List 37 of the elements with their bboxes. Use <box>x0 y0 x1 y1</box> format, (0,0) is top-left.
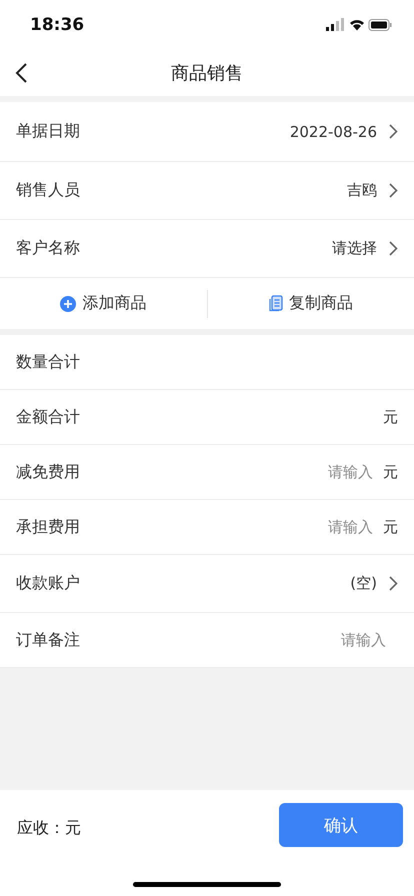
receivable-text: 应收：元 <box>17 818 81 839</box>
input-field[interactable]: 请输入 <box>263 463 373 481</box>
document-icon <box>268 295 283 312</box>
field-label: 承担费用 <box>16 516 81 538</box>
add-item-button[interactable]: 添加商品 <box>0 278 206 329</box>
field-value: (空) <box>350 574 377 593</box>
field-value: 2022-08-26 <box>290 122 377 140</box>
input-field[interactable]: 请输入 <box>276 631 386 649</box>
copy-item-button[interactable]: 复制商品 <box>208 278 414 329</box>
field-label: 收款账户 <box>16 573 81 594</box>
form-row[interactable]: 减免费用 请输入 元 <box>0 445 414 500</box>
field-value: 请选择 <box>332 239 377 258</box>
form-row[interactable]: 收款账户 (空) <box>0 555 414 613</box>
signal-icon <box>326 18 344 31</box>
status-time: 18:36 <box>30 15 84 35</box>
unit-label: 元 <box>383 408 398 426</box>
field-label: 单据日期 <box>16 121 81 142</box>
field-label: 减免费用 <box>16 462 81 482</box>
field-label: 金额合计 <box>16 406 81 428</box>
form-row[interactable]: 客户名称 请选择 <box>0 220 414 278</box>
plus-circle-icon <box>60 296 76 312</box>
input-field[interactable]: 请输入 <box>263 518 373 536</box>
unit-label: 元 <box>383 462 398 482</box>
unit-label: 元 <box>383 518 398 536</box>
field-label: 销售人员 <box>16 180 81 201</box>
field-label: 数量合计 <box>16 352 81 372</box>
form-row[interactable]: 销售人员 吉鸥 <box>0 162 414 220</box>
field-label: 订单备注 <box>16 630 81 650</box>
wifi-icon <box>350 20 364 30</box>
form-row[interactable]: 承担费用 请输入 元 <box>0 500 414 555</box>
form-row[interactable]: 订单备注 请输入 <box>0 613 414 668</box>
confirm-button[interactable]: 确认 <box>279 803 403 847</box>
battery-icon <box>368 19 392 31</box>
page-title: 商品销售 <box>171 62 243 85</box>
form-row[interactable]: 单据日期 2022-08-26 <box>0 102 414 162</box>
field-label: 客户名称 <box>16 238 81 259</box>
field-value: 吉鸥 <box>347 181 377 200</box>
